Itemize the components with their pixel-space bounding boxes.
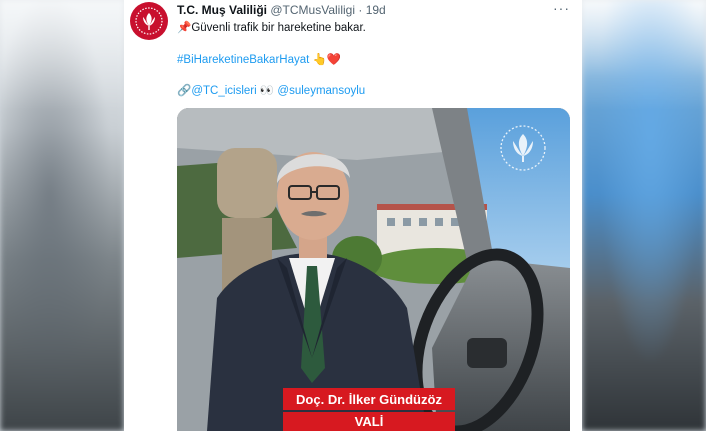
caption-name-box: Doç. Dr. İlker Gündüzöz [283, 388, 455, 410]
avatar[interactable] [130, 2, 168, 40]
caption-title-box: VALİ [283, 412, 455, 431]
tweet-mentions-line: 🔗@TC_icisleri 👀 @suleymansoylu [177, 83, 365, 97]
tweet-header: T.C. Muş Valiliği @TCMusValiligi · 19d [177, 3, 572, 21]
handle[interactable]: @TCMusValiligi [270, 3, 355, 17]
tweet-text: Güvenli trafik bir hareketine bakar. [191, 22, 366, 34]
caption-name: Doç. Dr. İlker Gündüzöz [296, 391, 442, 407]
tweet-hashtag-line: #BiHareketineBakarHayat 👆❤️ [177, 52, 341, 66]
caption-title: VALİ [354, 414, 384, 429]
hashtag-link[interactable]: #BiHareketineBakarHayat [177, 54, 309, 66]
tweet-text-line1: 📌Güvenli trafik bir hareketine bakar. [177, 20, 366, 34]
video-frame-illustration [177, 108, 570, 431]
tweet-video[interactable]: Doç. Dr. İlker Gündüzöz VALİ [177, 108, 570, 431]
timestamp[interactable]: 19d [366, 3, 386, 17]
mention-tc-icisleri[interactable]: @TC_icisleri [191, 85, 256, 97]
tulip-emblem-icon [135, 7, 163, 35]
eyes-icon: 👀 [259, 85, 275, 97]
more-options-icon[interactable]: ··· [553, 0, 570, 16]
display-name[interactable]: T.C. Muş Valiliği [177, 3, 267, 17]
hashtag-emojis: 👆❤️ [312, 54, 342, 66]
separator: · [358, 3, 363, 17]
link-icon: 🔗 [177, 85, 192, 97]
tweet-card: T.C. Muş Valiliği @TCMusValiligi · 19d ·… [124, 0, 582, 431]
pushpin-icon: 📌 [177, 22, 192, 34]
mention-suleymansoylu[interactable]: @suleymansoylu [277, 85, 365, 97]
